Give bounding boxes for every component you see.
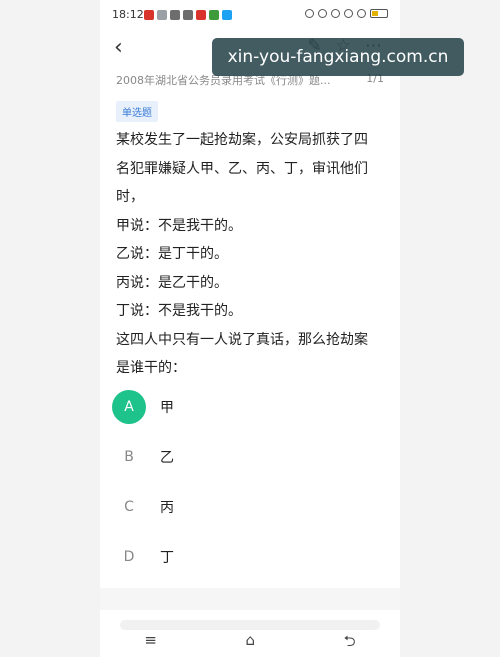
bottom-toolbar-secondary <box>120 620 380 630</box>
notification-app-icon <box>196 10 206 20</box>
status-bar: 18:12 <box>112 6 388 24</box>
answer-options: A 甲 B 乙 C 丙 D 丁 <box>110 390 390 590</box>
option-letter: D <box>123 549 135 565</box>
nfc-icon <box>331 9 340 18</box>
back-icon[interactable]: ‹ <box>114 35 123 60</box>
home-icon[interactable]: ⌂ <box>246 631 256 651</box>
option-a[interactable]: A 甲 <box>110 390 390 440</box>
option-text: 丙 <box>160 500 174 516</box>
system-nav-bar: ≡ ⌂ ⮌ <box>100 631 400 651</box>
option-text: 丁 <box>160 550 174 566</box>
wifi-icon <box>357 9 366 18</box>
option-letter: B <box>124 449 134 465</box>
notification-app-icon <box>157 10 167 20</box>
system-back-icon[interactable]: ⮌ <box>344 631 356 651</box>
question-text: 某校发生了一起抢劫案，公安局抓获了四 名犯罪嫌疑人甲、乙、丙、丁，审讯他们 时，… <box>116 126 386 383</box>
option-text: 甲 <box>160 400 174 416</box>
notification-icons <box>144 10 232 20</box>
watermark: xin-you-fangxiang.com.cn <box>212 38 464 76</box>
battery-icon <box>370 9 388 18</box>
question-line: 丙说：是乙干的。 <box>116 274 228 291</box>
option-c[interactable]: C 丙 <box>110 490 390 540</box>
question-type-badge: 单选题 <box>116 101 158 122</box>
question-line: 是谁干的： <box>116 360 186 376</box>
question-line: 时， <box>116 189 144 205</box>
notification-app-icon <box>222 10 232 20</box>
notification-app-icon <box>144 10 154 20</box>
option-d[interactable]: D 丁 <box>110 540 390 590</box>
mute-icon <box>318 9 327 18</box>
question-line: 乙说：是丁干的。 <box>116 246 228 262</box>
notification-app-icon <box>170 10 180 20</box>
question-line: 名犯罪嫌疑人甲、乙、丙、丁，审讯他们 <box>116 160 368 177</box>
bottom-toolbar <box>100 588 400 610</box>
menu-icon[interactable]: ≡ <box>144 631 157 651</box>
question-line: 某校发生了一起抢劫案，公安局抓获了四 <box>116 132 368 148</box>
option-letter: A <box>112 390 146 424</box>
option-text: 乙 <box>160 450 174 466</box>
notification-app-icon <box>183 10 193 20</box>
phone-screen: 18:12 ‹ ✎ ☆ ⋯ 2008年湖北省公务员录用考试《行测》题... 1/… <box>100 0 400 657</box>
question-line: 这四人中只有一人说了真话，那么抢劫案 <box>116 331 368 348</box>
status-time: 18:12 <box>112 8 144 21</box>
question-line: 丁说：不是我干的。 <box>116 303 242 319</box>
notification-app-icon <box>209 10 219 20</box>
signal-icon <box>344 9 353 18</box>
option-letter: C <box>124 499 134 515</box>
option-b[interactable]: B 乙 <box>110 440 390 490</box>
question-line: 甲说：不是我干的。 <box>116 217 242 234</box>
system-status-icons <box>305 9 388 18</box>
alarm-icon <box>305 9 314 18</box>
watermark-text: xin-you-fangxiang.com.cn <box>227 47 449 67</box>
